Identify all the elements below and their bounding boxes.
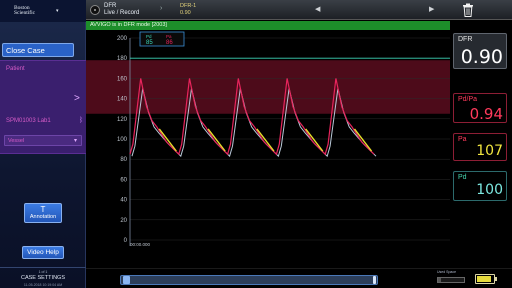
case-settings-label: CASE SETTINGS xyxy=(20,275,65,281)
battery-level-fill xyxy=(477,276,491,282)
logo-area: Boston Scientific ▾ xyxy=(0,0,86,22)
vessel-label: Vessel xyxy=(8,138,25,144)
case-settings-button[interactable]: 1 of 1 CASE SETTINGS 11-05-2018 10:19:04… xyxy=(0,267,86,288)
annotation-label: Annotation xyxy=(29,214,57,220)
pdpa-value: 0.94 xyxy=(469,105,503,123)
chevron-right-icon[interactable]: > xyxy=(74,93,80,104)
pa-value: 107 xyxy=(476,143,503,159)
pdpa-metric-box[interactable]: Pd/Pa 0.94 xyxy=(453,93,507,123)
video-help-button[interactable]: Video Help xyxy=(22,246,64,259)
timeline-end-handle[interactable] xyxy=(373,276,376,284)
settings-page-indicator: 1 of 1 xyxy=(38,270,48,274)
diastolic-segment xyxy=(353,128,373,152)
annotation-button[interactable]: T Annotation xyxy=(24,203,62,223)
used-space-label: Used Space xyxy=(437,270,457,274)
settings-timestamp: 11-05-2018 10:19:04 AM xyxy=(23,283,63,287)
y-tick-label: 180 xyxy=(117,56,128,62)
run-value: 0.90 xyxy=(180,10,191,16)
previous-run-button[interactable]: ◀ xyxy=(315,5,320,13)
time-label: 00:00.000 xyxy=(130,242,151,247)
sidebar: Boston Scientific ▾ Close Case Patient >… xyxy=(0,0,86,288)
trash-icon[interactable] xyxy=(462,3,474,17)
timeline-start-handle[interactable] xyxy=(123,276,130,284)
diastolic-segment xyxy=(305,128,324,152)
legend-pa-value: 86 xyxy=(166,40,173,46)
timeline-scrollbar[interactable] xyxy=(120,275,378,285)
vessel-dropdown[interactable]: Vessel ▾ xyxy=(4,135,82,146)
dfr-label: DFR xyxy=(458,36,473,43)
pd-label: Pd xyxy=(458,174,467,181)
dfr-value: 0.90 xyxy=(460,46,503,68)
legend-pd-label: Pd xyxy=(146,34,152,39)
metrics-panel: DFR 0.90 Pd/Pa 0.94 Pa 107 Pd 100 xyxy=(450,20,512,268)
battery-icon xyxy=(475,274,495,284)
pressure-chart-area: 0 20 40 60 80 100 120 140 160 180 200 00:00.000 Pd 85… xyxy=(86,20,450,268)
y-tick-label: 0 xyxy=(124,238,128,244)
pressure-waveform-chart[interactable]: 0 20 40 60 80 100 120 140 160 180 200 00:00.000 Pd85… xyxy=(86,20,450,268)
mode-banner: AVVIGO is in DFR mode [2003] xyxy=(86,21,450,30)
mode-title: DFR xyxy=(104,3,117,9)
diastolic-segment xyxy=(158,128,177,152)
legend-pd-value: 85 xyxy=(146,40,153,46)
mode-menu-chevron-icon[interactable]: › xyxy=(160,5,162,12)
pdpa-label: Pd/Pa xyxy=(458,96,478,103)
chevron-down-icon: ▾ xyxy=(73,138,77,144)
y-tick-label: 40 xyxy=(120,198,127,204)
diastolic-segment xyxy=(207,128,226,152)
pa-label: Pa xyxy=(458,136,467,143)
record-mode-icon[interactable] xyxy=(90,5,100,15)
dfr-metric-box[interactable]: DFR 0.90 xyxy=(453,33,507,69)
bluetooth-icon: ᛒ xyxy=(79,117,84,124)
diastolic-segment xyxy=(256,128,275,152)
brand-logo: Boston Scientific xyxy=(14,4,36,16)
legend-pa-label: Pa xyxy=(166,34,172,39)
mode-subtitle: Live / Record xyxy=(104,10,140,16)
pd-metric-box[interactable]: Pd 100 xyxy=(453,171,507,201)
patient-label: Patient xyxy=(6,66,25,72)
y-tick-label: 60 xyxy=(120,177,127,183)
used-space-fill xyxy=(438,278,441,282)
next-run-button[interactable]: ▶ xyxy=(429,5,434,13)
y-tick-label: 140 xyxy=(117,97,128,103)
bottom-bar: Used Space xyxy=(86,268,512,288)
pa-metric-box[interactable]: Pa 107 xyxy=(453,133,507,161)
battery-tip xyxy=(495,277,497,281)
mode-banner-text: AVVIGO is in DFR mode [2003] xyxy=(90,22,167,28)
top-status-bar: DFR Live / Record › DFR-1 0.90 ◀ ▶ xyxy=(86,0,512,20)
run-title: DFR-1 xyxy=(180,3,197,9)
y-tick-label: 160 xyxy=(117,76,128,82)
close-case-button[interactable]: Close Case xyxy=(2,43,74,57)
y-tick-label: 200 xyxy=(117,36,128,42)
y-tick-label: 120 xyxy=(117,117,128,123)
patient-panel[interactable]: Patient > SPM01003 Lab1 ᛒ Vessel ▾ xyxy=(0,60,86,154)
y-tick-label: 100 xyxy=(117,137,128,143)
pd-value: 100 xyxy=(476,182,503,198)
y-tick-label: 80 xyxy=(120,157,127,163)
y-tick-label: 20 xyxy=(120,218,127,224)
case-id-label: SPM01003 Lab1 xyxy=(6,118,51,124)
logo-menu-icon[interactable]: ▾ xyxy=(56,8,59,14)
annotation-icon: T xyxy=(40,205,46,214)
used-space-bar xyxy=(437,277,465,283)
